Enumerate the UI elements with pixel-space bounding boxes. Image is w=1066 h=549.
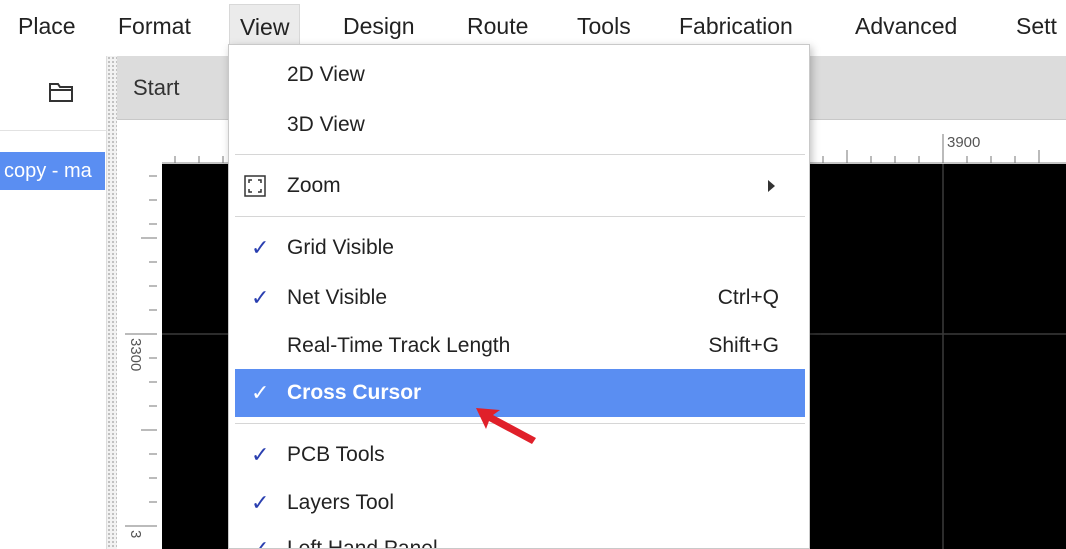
check-icon: ✓ [251,490,270,515]
menu-design[interactable]: Design [343,4,415,48]
menu-separator [235,216,805,217]
check-icon: ✓ [251,380,270,405]
menu-item-label: PCB Tools [287,443,385,466]
menu-format[interactable]: Format [118,4,191,48]
menu-fabrication[interactable]: Fabrication [679,4,793,48]
menu-item-label: Net Visible [287,286,387,309]
menu-item-2d-view[interactable]: 2D View [235,51,805,99]
menu-place[interactable]: Place [18,4,76,48]
left-ruler-label-2: 3 [127,530,144,538]
menu-item-label: Left Hand Panel [287,537,438,549]
left-ruler-label: 3300 [127,338,144,371]
check-icon: ✓ [251,442,270,467]
view-menu-dropdown: 2D View 3D View Zoom ✓ Grid Visible ✓ Ne… [228,44,810,549]
check-icon: ✓ [251,536,270,549]
menu-item-label: Grid Visible [287,236,394,259]
menu-item-3d-view[interactable]: 3D View [235,101,805,149]
menu-item-net-visible[interactable]: ✓ Net Visible Ctrl+Q [235,274,805,322]
panel-splitter[interactable] [107,56,117,549]
left-panel: copy - ma [0,56,107,549]
menu-item-label: 3D View [287,113,365,136]
menu-item-label: Cross Cursor [287,381,422,404]
submenu-arrow-icon [768,180,775,192]
menu-route[interactable]: Route [467,4,528,48]
left-divider [0,130,107,131]
menu-item-layers-tool[interactable]: ✓ Layers Tool [235,479,805,527]
menu-advanced[interactable]: Advanced [855,4,957,48]
menu-item-left-hand-panel[interactable]: ✓ Left Hand Panel [235,525,805,549]
menu-tools[interactable]: Tools [577,4,631,48]
tab-start[interactable]: Start [117,64,195,112]
menu-item-label: Zoom [287,174,341,197]
zoom-fit-icon [244,175,266,197]
check-icon: ✓ [251,285,270,310]
project-item[interactable]: copy - ma [0,152,105,190]
menu-item-label: Layers Tool [287,491,395,514]
menu-item-shortcut: Ctrl+Q [717,286,779,309]
menu-item-grid-visible[interactable]: ✓ Grid Visible [235,224,805,272]
red-arrow-icon [476,408,536,444]
menu-settings[interactable]: Sett [1016,4,1057,48]
menu-item-label: Real-Time Track Length [287,334,511,357]
menu-view[interactable]: View [229,4,301,48]
check-icon: ✓ [251,235,270,260]
folder-icon[interactable] [48,80,74,104]
top-ruler-label: 3900 [947,134,980,151]
menu-item-label: 2D View [287,63,365,86]
menu-separator [235,154,805,155]
menu-item-real-time-track-length[interactable]: Real-Time Track Length Shift+G [235,322,805,370]
menu-item-zoom[interactable]: Zoom [235,162,805,210]
menu-item-shortcut: Shift+G [708,334,779,357]
